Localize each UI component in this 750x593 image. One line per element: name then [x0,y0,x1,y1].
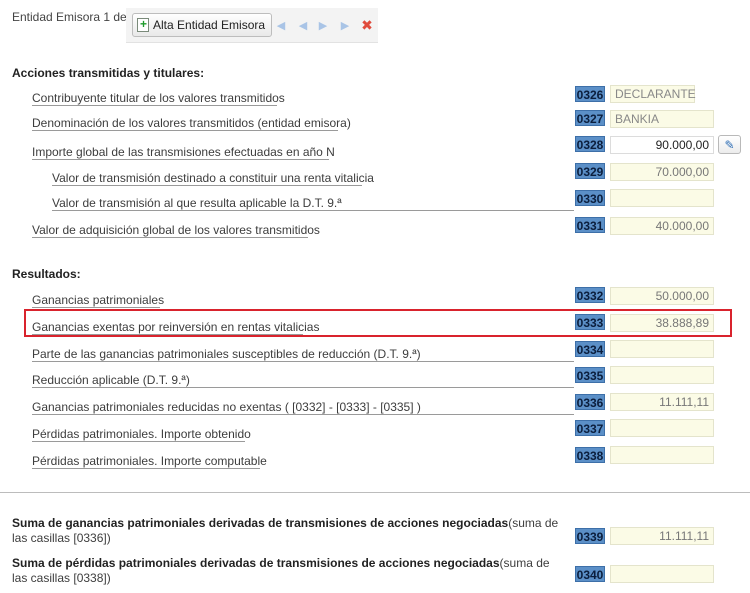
code-0339: 0339 [575,528,605,544]
previous-record-icon[interactable]: ◀ [296,18,310,32]
pencil-icon: ✎ [724,137,735,152]
field-0327[interactable]: BANKIA [610,110,714,128]
code-0338: 0338 [575,447,605,463]
code-0333: 0333 [575,314,605,330]
code-0336: 0336 [575,394,605,410]
add-entity-button-label: Alta Entidad Emisora [153,18,266,32]
code-0337: 0337 [575,420,605,436]
code-0334: 0334 [575,341,605,357]
section-divider [0,492,750,493]
field-0331[interactable]: 40.000,00 [610,217,714,235]
label-0333: Ganancias exentas por reinversión en ren… [32,320,320,335]
label-0339: Suma de ganancias patrimoniales derivada… [12,516,567,546]
section-title-acciones: Acciones transmitidas y titulares: [12,66,205,80]
field-0337[interactable] [610,419,714,437]
label-0340-bold: Suma de pérdidas patrimoniales derivadas… [12,556,500,570]
code-0331: 0331 [575,217,605,233]
label-0338: Pérdidas patrimoniales. Importe computab… [32,454,267,469]
code-0330: 0330 [575,190,605,206]
label-0337: Pérdidas patrimoniales. Importe obtenido [32,427,251,442]
label-0329: Valor de transmisión destinado a constit… [52,171,374,186]
label-0336: Ganancias patrimoniales reducidas no exe… [32,400,574,415]
label-0340: Suma de pérdidas patrimoniales derivadas… [12,556,567,586]
section-title-resultados: Resultados: [12,267,81,281]
label-0334: Parte de las ganancias patrimoniales sus… [32,347,574,362]
code-0329: 0329 [575,163,605,179]
code-0328: 0328 [575,136,605,152]
edit-0328-button[interactable]: ✎ [718,135,741,154]
field-0339[interactable]: 11.111,11 [610,527,714,545]
code-0327: 0327 [575,110,605,126]
label-0331: Valor de adquisición global de los valor… [32,223,320,238]
label-0339-bold: Suma de ganancias patrimoniales derivada… [12,516,509,530]
code-0326: 0326 [575,86,605,102]
label-0328: Importe global de las transmisiones efec… [32,145,335,160]
field-0333[interactable]: 38.888,89 [610,314,714,332]
field-0338[interactable] [610,446,714,464]
field-0329[interactable]: 70.000,00 [610,163,714,181]
toolbar: Alta Entidad Emisora ◀​ ◀ ▶ ▶​ ✖ [126,8,378,43]
label-0335: Reducción aplicable (D.T. 9.ª) [32,373,574,388]
field-0330[interactable] [610,189,714,207]
field-0332[interactable]: 50.000,00 [610,287,714,305]
label-0327: Denominación de los valores transmitidos… [32,116,351,131]
field-0326[interactable]: DECLARANTE [610,85,696,103]
add-entity-button[interactable]: Alta Entidad Emisora [132,13,273,37]
field-0336[interactable]: 11.111,11 [610,393,714,411]
field-0334[interactable] [610,340,714,358]
entity-counter: Entidad Emisora 1 de 1 [12,10,137,24]
label-0332: Ganancias patrimoniales [32,293,165,308]
field-0335[interactable] [610,366,714,384]
label-0326: Contribuyente titular de los valores tra… [32,91,285,106]
label-0330: Valor de transmisión al que resulta apli… [52,196,574,211]
field-0328[interactable]: 90.000,00 [610,136,714,154]
code-0335: 0335 [575,367,605,383]
code-0340: 0340 [575,566,605,582]
next-record-icon[interactable]: ▶ [316,18,330,32]
code-0332: 0332 [575,287,605,303]
add-document-icon [137,17,149,32]
delete-entity-icon[interactable]: ✖ [360,17,374,33]
first-record-icon[interactable]: ◀​ [274,18,288,32]
field-0340[interactable] [610,565,714,583]
last-record-icon[interactable]: ▶​ [338,18,352,32]
